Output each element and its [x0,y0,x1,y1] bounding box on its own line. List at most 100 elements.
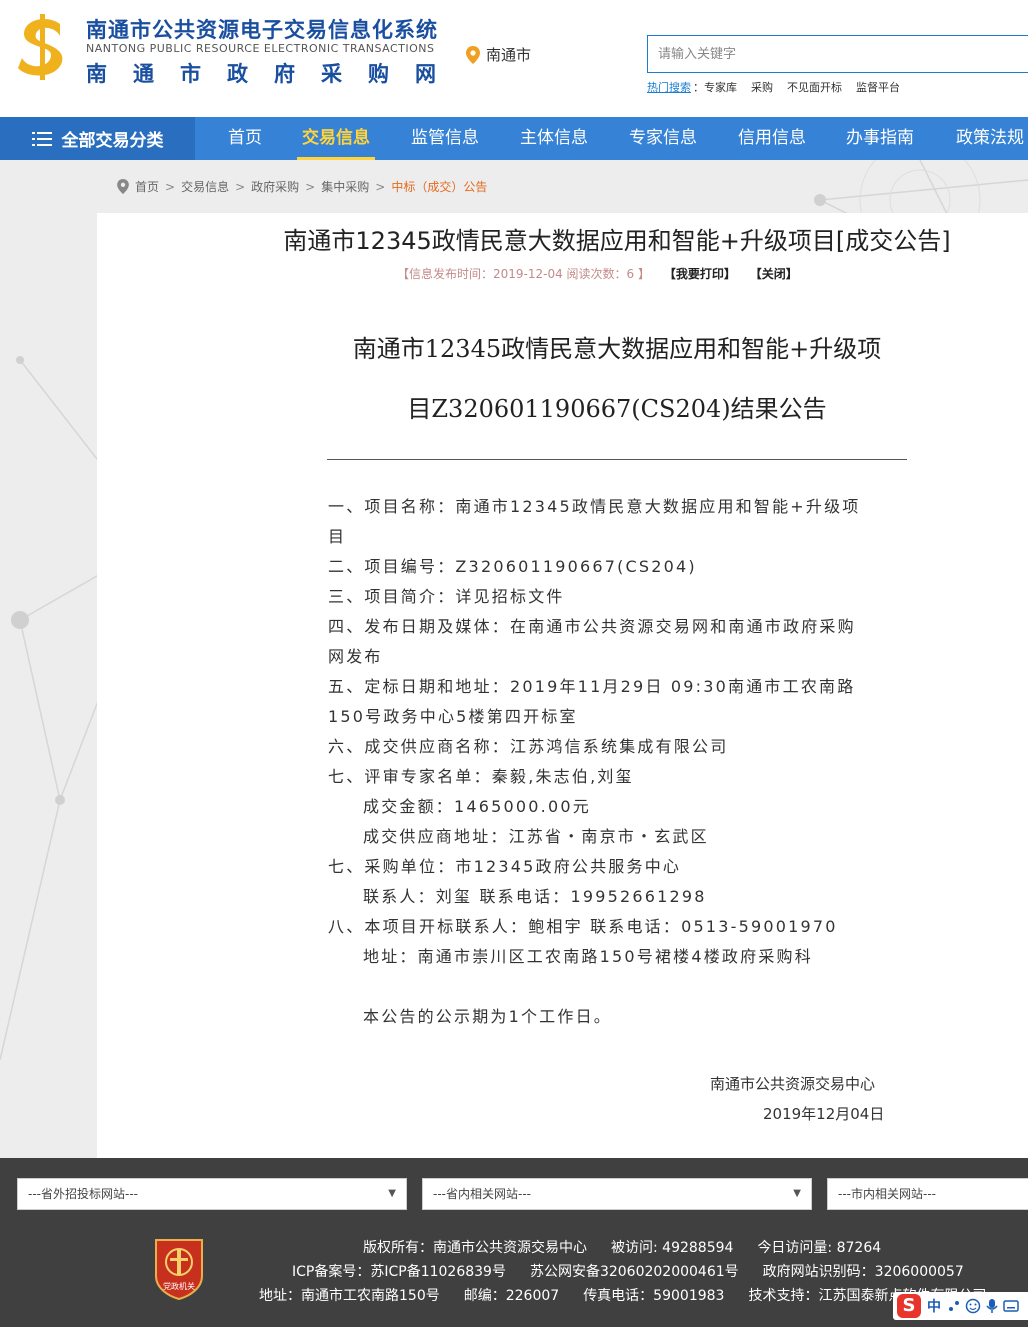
emoji-icon[interactable] [965,1298,981,1314]
breadcrumb-separator: > [165,179,176,194]
subtitle-char: 府 [274,62,295,86]
nav-item-expert[interactable]: 专家信息 [623,117,703,160]
site-logo-icon[interactable] [16,14,70,80]
body-line: 二、项目编号：Z320601190667(CS204) [328,557,697,576]
breadcrumb-link[interactable]: 政府采购 [251,178,299,195]
body-line: 网发布 [328,647,383,666]
main-nav: 全部交易分类 首页 交易信息 监管信息 主体信息 专家信息 信用信息 办事指南 … [0,117,1028,160]
external-sites-select[interactable]: ---省外招投标网站--- ▼ [17,1178,407,1210]
police-record-link[interactable]: 苏公网安备32060202000461号 [530,1264,739,1280]
breadcrumb-separator: > [375,179,386,194]
breadcrumb-link[interactable]: 首页 [135,178,159,195]
subtitle-char: 南 [86,62,107,86]
body-line: 150号政务中心5楼第四开标室 [328,707,578,726]
nav-item-home[interactable]: 首页 [210,117,280,160]
site-title: 南通市公共资源电子交易信息化系统 [86,18,438,42]
breadcrumb-separator: > [305,179,316,194]
body-line: 一、项目名称：南通市12345政情民意大数据应用和智能+升级项 [328,497,861,516]
footer-text: 传真电话：59001983 [583,1288,725,1304]
footer-icp-line: ICP备案号：苏ICP备11026839号 苏公网安备32060202000461… [292,1261,988,1281]
hot-search-label: 热门搜索 [647,81,691,94]
footer-text: 被访问: 49288594 [611,1240,734,1256]
subtitle-char: 通 [133,62,154,86]
city-sites-select[interactable]: ---市内相关网站--- [827,1178,1028,1210]
body-line: 联系人：刘玺 联系电话：19952661298 [363,887,707,906]
search-box [647,35,1028,73]
publish-info: 【信息发布时间：2019-12-04 阅读次数：6 】 [397,267,651,281]
ime-mode-label[interactable]: 中 [927,1296,941,1316]
punctuation-icon[interactable] [947,1299,961,1313]
site-title-en: NANTONG PUBLIC RESOURCE ELECTRONIC TRANS… [86,42,435,55]
footer-text: 版权所有：南通市公共资源交易中心 [363,1240,587,1256]
body-line: 五、定标日期和地址：2019年11月29日 09:30南通市工农南路 [328,677,856,696]
footer-copyright-line: 版权所有：南通市公共资源交易中心 被访问: 49288594 今日访问量: 8726… [363,1237,905,1257]
keyboard-icon[interactable] [1003,1299,1019,1313]
nav-item-credit[interactable]: 信用信息 [732,117,812,160]
location-selector[interactable]: 南通市 [466,44,531,65]
select-value: ---省外招投标网站--- [28,1187,138,1201]
sogou-logo-icon: S [897,1294,921,1318]
footer-text: 今日访问量: 87264 [757,1240,882,1256]
article-meta: 【信息发布时间：2019-12-04 阅读次数：6 】 【我要打印】 【关闭】 [397,265,798,282]
subtitle-char: 购 [368,62,389,86]
badge-text: 党政机关 [163,1281,195,1291]
document-title-line: 目Z320601190667(CS204)结果公告 [407,395,827,423]
subtitle-char: 政 [227,62,248,86]
nav-item-trade-info[interactable]: 交易信息 [297,117,375,160]
subtitle-char: 网 [415,62,436,86]
hot-search-link[interactable]: 采购 [751,81,773,94]
hot-search-link[interactable]: 不见面开标 [787,81,842,94]
body-line: 三、项目简介：详见招标文件 [328,587,565,606]
icp-link[interactable]: ICP备案号：苏ICP备11026839号 [292,1264,506,1280]
body-line: 目 [328,527,347,546]
subtitle-char: 采 [321,62,342,86]
close-button[interactable]: 【关闭】 [750,267,798,281]
footer-text: 地址：南通市工农南路150号 [259,1288,440,1304]
chevron-down-icon: ▼ [793,1188,801,1199]
province-sites-select[interactable]: ---省内相关网站--- ▼ [422,1178,812,1210]
hot-search-link[interactable]: ：专家库 [693,81,737,94]
breadcrumb-link[interactable]: 集中采购 [321,178,369,195]
body-line: 八、本项目开标联系人：鲍相宇 联系电话：0513-59001970 [328,917,838,936]
document-title-line: 南通市12345政情民意大数据应用和智能+升级项 [352,335,882,363]
location-pin-icon [117,179,129,194]
select-value: ---市内相关网站--- [838,1187,936,1201]
all-categories-button[interactable]: 全部交易分类 [0,117,195,160]
subtitle-char: 市 [180,62,201,86]
nav-item-entity[interactable]: 主体信息 [514,117,594,160]
nav-item-supervision[interactable]: 监管信息 [405,117,485,160]
all-categories-label: 全部交易分类 [61,131,164,151]
microphone-icon[interactable] [985,1298,999,1314]
signature-org: 南通市公共资源交易中心 [710,1075,876,1093]
article-panel: 南通市12345政情民意大数据应用和智能+升级项目[成交公告] 【信息发布时间：… [97,213,1028,1158]
body-line: 七、采购单位：市12345政府公共服务中心 [328,857,682,876]
body-line: 地址：南通市崇川区工农南路150号裙楼4楼政府采购科 [363,947,813,966]
hot-search-link[interactable]: 监督平台 [856,81,900,94]
article-title: 南通市12345政情民意大数据应用和智能+升级项目[成交公告] [283,227,951,255]
site-subtitle: 南 通 市 政 府 采 购 网 [86,58,436,88]
body-line: 六、成交供应商名称：江苏鸿信系统集成有限公司 [328,737,729,756]
ime-toolbar[interactable]: S 中 [893,1292,1028,1320]
hot-search: 热门搜索 ：专家库 采购 不见面开标 监督平台 [647,79,900,95]
body-line: 成交供应商地址：江苏省・南京市・玄武区 [363,827,709,846]
search-input[interactable] [648,36,1028,72]
party-government-badge-icon[interactable]: 党政机关 [152,1236,206,1300]
map-pin-icon [466,45,480,64]
site-header: 南通市公共资源电子交易信息化系统 NANTONG PUBLIC RESOURCE… [0,0,1028,117]
footer-text: 政府网站识别码：3206000057 [762,1264,964,1280]
print-button[interactable]: 【我要打印】 [664,267,736,281]
select-value: ---省内相关网站--- [433,1187,531,1201]
breadcrumb-separator: > [235,179,246,194]
body-line: 本公告的公示期为1个工作日。 [363,1007,612,1026]
nav-item-guide[interactable]: 办事指南 [840,117,920,160]
breadcrumb-link[interactable]: 交易信息 [181,178,229,195]
menu-icon [31,131,52,146]
body-line: 四、发布日期及媒体：在南通市公共资源交易网和南通市政府采购 [328,617,856,636]
divider [327,459,907,460]
body-line: 七、评审专家名单：秦毅,朱志伯,刘玺 [328,767,634,786]
location-label: 南通市 [486,46,532,64]
breadcrumb: 首页 > 交易信息 > 政府采购 > 集中采购 > 中标（成交）公告 [117,178,487,195]
nav-item-policy[interactable]: 政策法规 [950,117,1028,160]
signature-date: 2019年12月04日 [763,1105,885,1123]
body-line: 成交金额：1465000.00元 [363,797,591,816]
